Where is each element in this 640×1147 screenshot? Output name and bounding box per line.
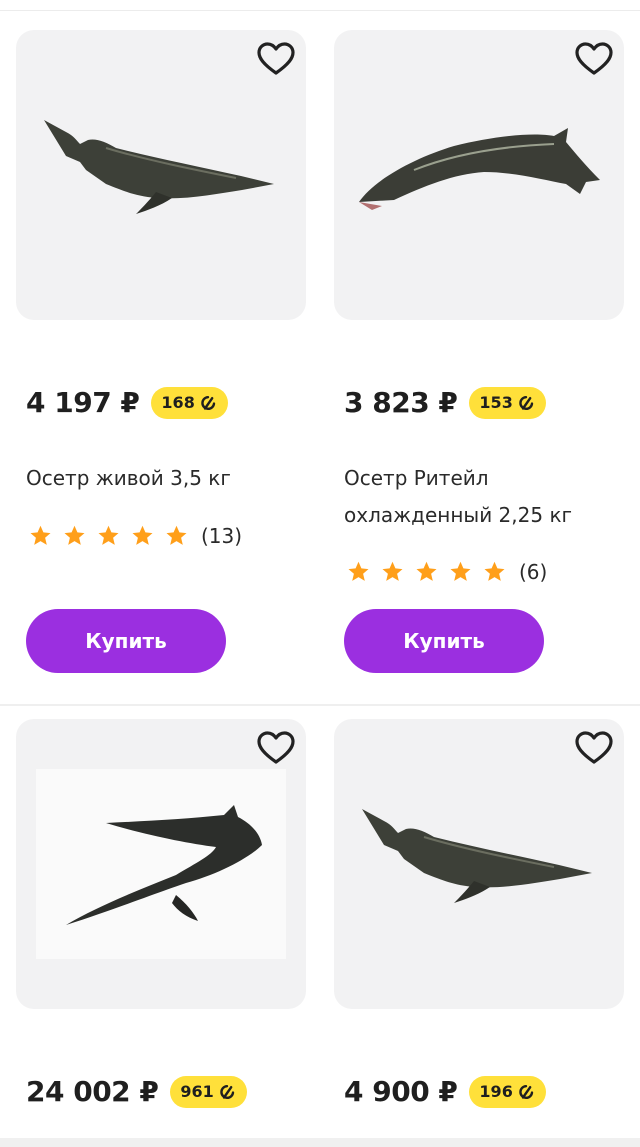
bonus-coin-icon bbox=[199, 394, 217, 412]
star-icon bbox=[96, 524, 121, 548]
sturgeon-image bbox=[354, 799, 604, 929]
price-row: 4 197 ₽ 168 bbox=[26, 386, 228, 419]
star-icon bbox=[130, 524, 155, 548]
product-image[interactable] bbox=[334, 719, 624, 1009]
bonus-badge: 153 bbox=[469, 386, 546, 419]
star-icon bbox=[28, 524, 53, 548]
top-divider bbox=[0, 10, 640, 11]
price-row: 4 900 ₽ 196 bbox=[344, 1075, 546, 1108]
buy-button[interactable]: Купить bbox=[26, 609, 226, 673]
price-row: 24 002 ₽ 961 bbox=[26, 1075, 247, 1108]
product-image[interactable] bbox=[16, 30, 306, 320]
bonus-badge: 961 bbox=[170, 1075, 247, 1108]
price: 4 900 ₽ bbox=[344, 1075, 458, 1108]
star-icon bbox=[482, 560, 507, 584]
favorite-heart-icon[interactable] bbox=[256, 40, 296, 80]
star-icon bbox=[62, 524, 87, 548]
favorite-heart-icon[interactable] bbox=[574, 40, 614, 80]
bonus-coin-icon bbox=[517, 1083, 535, 1101]
favorite-heart-icon[interactable] bbox=[574, 729, 614, 769]
price: 24 002 ₽ bbox=[26, 1075, 159, 1108]
bonus-coin-icon bbox=[218, 1083, 236, 1101]
product-image[interactable] bbox=[16, 719, 306, 1009]
price: 3 823 ₽ bbox=[344, 386, 458, 419]
star-icon bbox=[346, 560, 371, 584]
bonus-value: 168 bbox=[161, 393, 195, 412]
star-icon bbox=[380, 560, 405, 584]
favorite-heart-icon[interactable] bbox=[256, 729, 296, 769]
bottom-divider bbox=[0, 1138, 640, 1147]
star-icon bbox=[414, 560, 439, 584]
product-title[interactable]: Осетр Ритейл охлажденный 2,25 кг bbox=[344, 460, 624, 534]
bonus-coin-icon bbox=[517, 394, 535, 412]
price-row: 3 823 ₽ 153 bbox=[344, 386, 546, 419]
bonus-badge: 168 bbox=[151, 386, 228, 419]
price: 4 197 ₽ bbox=[26, 386, 140, 419]
sturgeon-image bbox=[354, 110, 604, 240]
bonus-value: 196 bbox=[479, 1082, 513, 1101]
product-title[interactable]: Осетр живой 3,5 кг bbox=[26, 460, 306, 497]
product-image[interactable] bbox=[334, 30, 624, 320]
review-count[interactable]: (13) bbox=[201, 524, 242, 548]
review-count[interactable]: (6) bbox=[519, 560, 547, 584]
sturgeon-image bbox=[36, 110, 286, 240]
bonus-value: 961 bbox=[180, 1082, 214, 1101]
row-divider bbox=[0, 704, 640, 706]
bonus-value: 153 bbox=[479, 393, 513, 412]
bonus-badge: 196 bbox=[469, 1075, 546, 1108]
star-icon bbox=[164, 524, 189, 548]
rating: (13) bbox=[28, 524, 242, 548]
rating: (6) bbox=[346, 560, 547, 584]
star-icon bbox=[448, 560, 473, 584]
buy-button[interactable]: Купить bbox=[344, 609, 544, 673]
sturgeon-image bbox=[36, 769, 286, 959]
